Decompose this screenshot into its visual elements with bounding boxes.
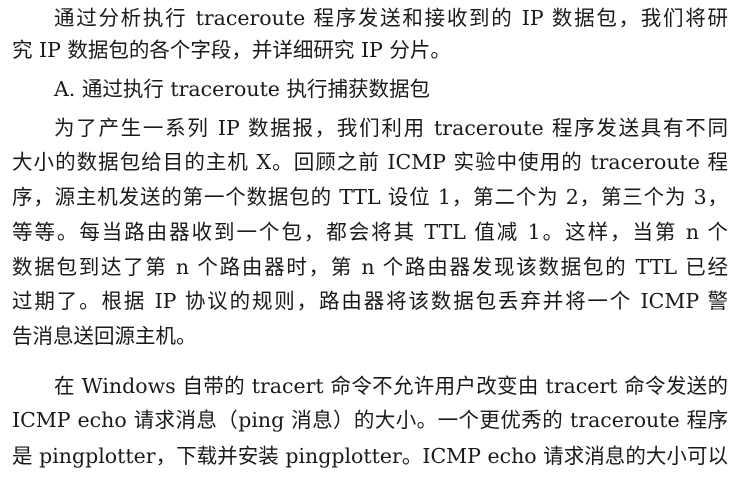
paragraph1-line-2: 大小的数据包给目的主机 X。回顾之前 ICMP 实验中使用的 tracerout… [12,150,728,174]
paragraph2-line-1: 在 Windows 自带的 tracert 命令不允许用户改变由 tracert… [54,374,728,398]
paragraph1-line-5: 数据包到达了第 n 个路由器时，第 n 个路由器发现该数据包的 TTL 已经 [12,255,728,279]
paragraph1-line-3: 序，源主机发送的第一个数据包的 TTL 设位 1，第二个为 2，第三个为 3， [12,185,728,209]
paragraph1-line-6: 过期了。根据 IP 协议的规则，路由器将该数据包丢弃并将一个 ICMP 警 [12,289,728,313]
section-heading: A. 通过执行 traceroute 执行捕获数据包 [54,77,430,101]
paragraph2-line-3: 是 pingplotter，下载并安装 pingplotter。ICMP ech… [12,444,728,468]
intro-line-1: 通过分析执行 traceroute 程序发送和接收到的 IP 数据包，我们将研 [54,6,728,30]
intro-line-2: 究 IP 数据包的各个字段，并详细研究 IP 分片。 [12,38,451,62]
paragraph1-line-1: 为了产生一系列 IP 数据报，我们利用 traceroute 程序发送具有不同 [54,116,728,140]
paragraph2-line-2: ICMP echo 请求消息（ping 消息）的大小。一个更优秀的 tracer… [12,408,728,432]
paragraph1-line-7: 告消息送回源主机。 [12,324,197,348]
paragraph1-line-4: 等等。每当路由器收到一个包，都会将其 TTL 值减 1。这样，当第 n 个 [12,220,728,244]
